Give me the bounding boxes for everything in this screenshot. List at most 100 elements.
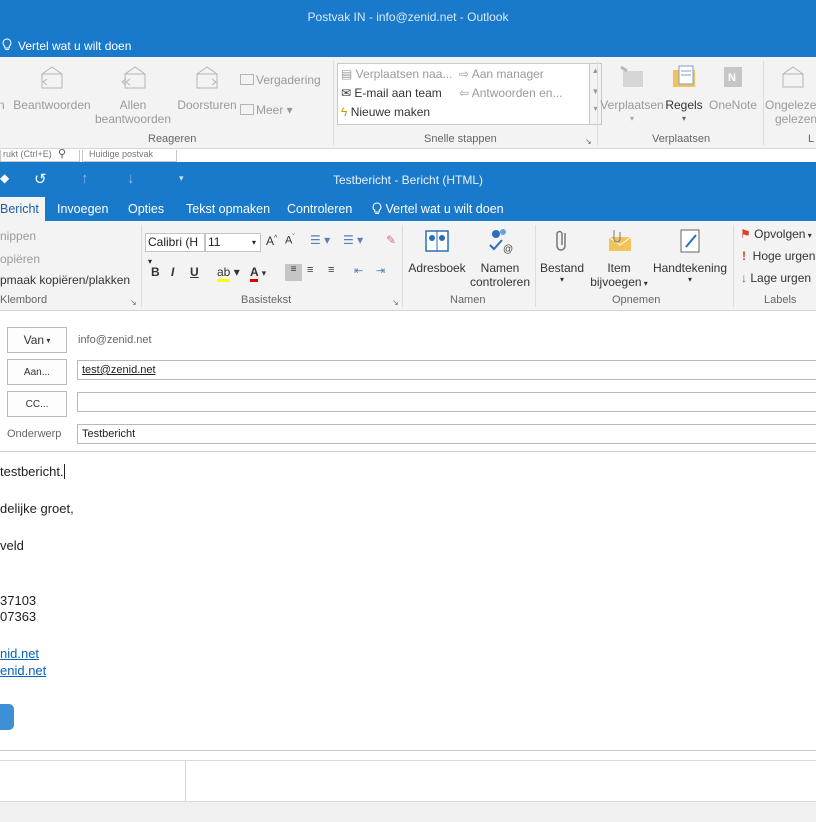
group-respond-label: Reageren: [148, 133, 197, 145]
quick-steps-gallery: ▤ Verplaatsen naa... ⇨ Aan manager ✉ E-m…: [337, 63, 590, 125]
shrink-font-icon[interactable]: Aˇ: [285, 234, 295, 247]
chevron-down-icon: ▾: [559, 275, 564, 284]
font-size-dropdown[interactable]: 11 ▾: [205, 233, 261, 252]
rules-icon: [664, 63, 704, 94]
italic-icon[interactable]: I: [171, 265, 174, 279]
signature-icon: [676, 227, 704, 255]
quick-step-move[interactable]: ▤ Verplaatsen naa...: [341, 67, 452, 81]
align-center-icon[interactable]: ≡: [307, 264, 313, 276]
dialog-launcher-icon[interactable]: ↘: [392, 298, 399, 307]
forward-label: Doorsturen: [177, 98, 237, 112]
more-icon: [240, 104, 254, 115]
bold-icon[interactable]: B: [151, 265, 160, 279]
chevron-down-icon: ▾: [251, 238, 256, 247]
quick-step-create-new[interactable]: ϟ Nieuwe maken: [341, 105, 430, 119]
flag-icon: ⚑: [740, 227, 751, 241]
tab-bericht[interactable]: Bericht: [0, 197, 45, 221]
underline-icon[interactable]: U: [190, 265, 199, 279]
meeting-button[interactable]: Vergadering: [240, 73, 321, 87]
decrease-indent-icon[interactable]: ⇤: [354, 264, 363, 277]
from-button[interactable]: Van ▾: [7, 327, 67, 353]
group-tags-label: L: [808, 133, 815, 145]
compose-title-bar: ◆ ↺ ↑ ↓ ▾ Testbericht - Bericht (HTML): [0, 162, 816, 197]
numbering-icon[interactable]: ☰ ▾: [343, 233, 363, 247]
grow-font-icon[interactable]: A^: [266, 234, 277, 248]
cut-button[interactable]: nippen: [0, 229, 36, 243]
font-name-dropdown[interactable]: Calibri (H ▾: [145, 233, 205, 266]
subject-field[interactable]: Testbericht: [77, 424, 816, 444]
onenote-button[interactable]: N OneNote: [704, 63, 762, 112]
increase-indent-icon[interactable]: ⇥: [376, 264, 385, 277]
exclamation-icon: !: [742, 249, 746, 263]
attach-item-button[interactable]: Item bijvoegen ▾: [588, 227, 650, 289]
cc-field[interactable]: [77, 392, 816, 412]
group-basic-text-label: Basistekst: [241, 294, 292, 306]
chevron-down-icon: ▾: [629, 114, 634, 123]
search-scope-dropdown[interactable]: Huidige postvak: [82, 150, 177, 162]
paperclip-icon: [548, 227, 576, 255]
dialog-launcher-icon[interactable]: ↘: [585, 137, 592, 146]
status-bar: [0, 802, 816, 822]
body-link[interactable]: enid.net: [0, 663, 46, 678]
unread-read-button[interactable]: Ongeleze gelezen: [765, 63, 816, 126]
high-importance-button[interactable]: ! Hoge urgen: [742, 249, 815, 263]
follow-up-button[interactable]: ⚑ Opvolgen ▾: [740, 227, 812, 241]
reply-button[interactable]: Beantwoorden: [12, 65, 92, 112]
tab-tell-me[interactable]: Vertel wat u wilt doen: [370, 197, 506, 221]
forward-button[interactable]: Doorsturen: [175, 65, 239, 112]
to-button[interactable]: Aan...: [7, 359, 67, 385]
text-cursor: [63, 464, 65, 479]
outlook-tell-me-bar: Vertel wat u wilt doen: [0, 34, 816, 57]
ribbon-divider: [402, 225, 403, 307]
attach-file-button[interactable]: Bestand ▾: [536, 227, 588, 284]
clear-formatting-icon[interactable]: ✎: [386, 233, 396, 247]
tab-tekst-opmaken[interactable]: Tekst opmaken: [184, 197, 272, 221]
font-color-icon[interactable]: A ▾: [250, 265, 266, 282]
compose-ribbon: nippen opiëren pmaak kopiëren/plakken Kl…: [0, 221, 816, 311]
group-move-label: Verplaatsen: [652, 133, 711, 145]
check-names-button[interactable]: @ Namen controleren: [468, 227, 532, 289]
tell-me-box[interactable]: Vertel wat u wilt doen: [0, 37, 131, 54]
copy-button[interactable]: opiëren: [0, 252, 40, 266]
search-icon[interactable]: ⚲: [58, 147, 66, 160]
social-icon[interactable]: [0, 704, 14, 730]
reply-all-button[interactable]: Allen beantwoorden: [93, 65, 173, 126]
align-left-icon[interactable]: ≡: [285, 264, 302, 281]
quick-step-reply-delete[interactable]: ⇦ Antwoorden en...: [459, 86, 562, 100]
format-painter-button[interactable]: pmaak kopiëren/plakken: [0, 273, 130, 287]
ribbon-divider: [141, 225, 142, 307]
rules-button[interactable]: Regels ▾: [664, 63, 704, 126]
bullets-icon[interactable]: ☰ ▾: [310, 233, 330, 247]
dialog-launcher-icon[interactable]: ↘: [130, 298, 137, 307]
body-line: veld: [0, 538, 24, 553]
body-line: 37103: [0, 593, 37, 608]
rules-label: Regels: [665, 98, 703, 112]
compose-tab-bar: Bericht Invoegen Opties Tekst opmaken Co…: [0, 197, 816, 221]
highlight-icon[interactable]: ab ▾: [217, 265, 240, 282]
tab-invoegen[interactable]: Invoegen: [55, 197, 110, 221]
outlook-ribbon: n Beantwoorden Allen beantwoorden Doorst…: [0, 57, 816, 149]
address-book-button[interactable]: Adresboek: [406, 227, 468, 275]
low-importance-button[interactable]: ↓ Lage urgen: [741, 271, 811, 285]
cc-button[interactable]: CC...: [7, 391, 67, 417]
to-field[interactable]: test@zenid.net: [77, 360, 816, 380]
move-folder-icon: ▤: [341, 67, 356, 81]
quick-step-team-email[interactable]: ✉ E-mail aan team: [341, 86, 442, 100]
align-right-icon[interactable]: ≡: [328, 264, 334, 276]
search-input[interactable]: rukt (Ctrl+E): [0, 150, 80, 162]
group-quick-steps-label: Snelle stappen: [424, 133, 497, 145]
quick-step-manager[interactable]: ⇨ Aan manager: [459, 67, 544, 81]
meeting-icon: [240, 74, 254, 85]
lightbulb-icon: [372, 202, 385, 216]
envelope-open-icon: [779, 63, 816, 94]
tab-opties[interactable]: Opties: [126, 197, 166, 221]
to-recipient[interactable]: test@zenid.net: [82, 364, 156, 376]
tab-controleren[interactable]: Controleren: [285, 197, 354, 221]
signature-label: Handtekening: [652, 261, 728, 275]
signature-button[interactable]: Handtekening ▾: [650, 227, 730, 284]
more-button[interactable]: Meer ▾: [240, 103, 293, 117]
attach-item-label-1: Item: [607, 261, 631, 275]
body-link[interactable]: nid.net: [0, 646, 39, 661]
chevron-down-icon: ▾: [681, 114, 686, 123]
move-button[interactable]: Verplaatsen ▾: [600, 63, 664, 126]
